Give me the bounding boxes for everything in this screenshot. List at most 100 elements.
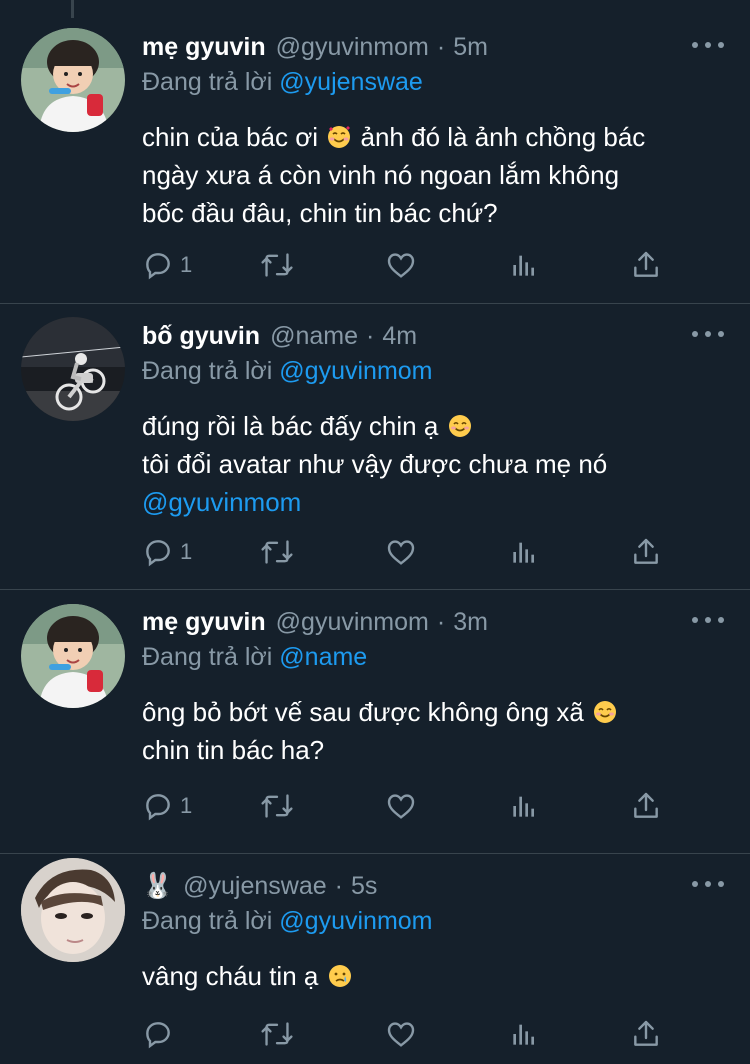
tweet-text: chin của bác ơi ảnh đó là ảnh chồng bác … xyxy=(142,118,730,232)
tweet-text: vâng cháu tin ạ xyxy=(142,957,730,995)
reply-count: 1 xyxy=(180,793,193,818)
reply-mention-link[interactable]: @yujenswae xyxy=(279,68,423,96)
selfie-avatar-image xyxy=(21,858,125,962)
tweet-actions: 1 xyxy=(142,790,662,822)
timestamp[interactable]: 5m xyxy=(453,32,488,62)
more-icon[interactable] xyxy=(692,38,724,52)
tweet-text-line: ngày xưa á còn vinh nó ngoan lắm không xyxy=(142,160,620,190)
like-button[interactable] xyxy=(385,249,417,281)
separator-dot: · xyxy=(334,872,343,900)
separator-dot: · xyxy=(365,322,375,350)
tweet-text: ông bỏ bớt vế sau được không ông xã chin… xyxy=(142,693,730,769)
more-icon[interactable] xyxy=(692,613,724,627)
display-name[interactable]: mẹ gyuvin xyxy=(142,32,266,62)
share-button[interactable] xyxy=(630,536,662,568)
user-handle[interactable]: @gyuvinmom xyxy=(276,32,429,62)
tweet-actions xyxy=(142,1018,662,1050)
reply-button[interactable]: 1 xyxy=(142,536,192,568)
like-icon xyxy=(387,1022,415,1047)
child-avatar-image xyxy=(21,604,125,708)
reply-mention-link[interactable]: @name xyxy=(279,643,367,671)
retweet-button[interactable] xyxy=(260,790,294,822)
avatar[interactable] xyxy=(21,858,125,962)
share-icon xyxy=(634,1020,658,1046)
retweet-icon xyxy=(261,794,293,818)
analytics-button[interactable] xyxy=(508,790,540,822)
like-button[interactable] xyxy=(385,790,417,822)
reply-mention-link[interactable]: @gyuvinmom xyxy=(279,357,432,385)
separator-dot: · xyxy=(436,608,446,636)
tweet-text-line: bốc đầu đâu, chin tin bác chứ? xyxy=(142,198,498,228)
replying-to-label: Đang trả lời xyxy=(142,357,273,385)
reply-icon xyxy=(146,1022,170,1049)
more-icon[interactable] xyxy=(692,877,724,891)
tweet-text-line: ảnh đó là ảnh chồng bác xyxy=(360,122,646,152)
child-avatar-image xyxy=(21,28,125,132)
analytics-button[interactable] xyxy=(508,1018,540,1050)
reply-count: 1 xyxy=(180,539,193,564)
analytics-icon xyxy=(513,1024,534,1045)
tweet-3[interactable]: mẹ gyuvin @gyuvinmom · 3m Đang trả lời @… xyxy=(0,590,750,854)
retweet-button[interactable] xyxy=(260,536,294,568)
retweet-icon xyxy=(261,1022,293,1046)
smiling-face-with-hearts-icon xyxy=(327,121,351,148)
tweet-4[interactable]: 🐰 @yujenswae · 5s Đang trả lời @gyuvinmo… xyxy=(0,854,750,1064)
like-icon xyxy=(387,253,415,278)
reply-icon xyxy=(146,540,170,567)
user-handle[interactable]: @name xyxy=(270,321,358,351)
display-name[interactable]: 🐰 xyxy=(142,871,173,901)
avatar[interactable] xyxy=(21,604,125,708)
display-name[interactable]: mẹ gyuvin xyxy=(142,607,266,637)
tweet-text-line: ông bỏ bớt vế sau được không ông xã xyxy=(142,697,584,727)
timestamp[interactable]: 5s xyxy=(351,871,377,901)
avatar[interactable] xyxy=(21,317,125,421)
replying-to-label: Đang trả lời xyxy=(142,68,273,96)
tweet-actions: 1 xyxy=(142,536,662,568)
reply-button[interactable]: 1 xyxy=(142,790,192,822)
like-button[interactable] xyxy=(385,1018,417,1050)
replying-to-label: Đang trả lời xyxy=(142,907,273,935)
analytics-icon xyxy=(513,542,534,563)
replying-to: Đang trả lời @yujenswae xyxy=(142,66,730,98)
analytics-button[interactable] xyxy=(508,249,540,281)
tweet-text-line: chin tin bác ha? xyxy=(142,735,325,765)
like-icon xyxy=(387,794,415,819)
retweet-icon xyxy=(261,253,293,277)
timestamp[interactable]: 4m xyxy=(382,321,417,351)
display-name[interactable]: bố gyuvin xyxy=(142,321,260,351)
reply-mention-link[interactable]: @gyuvinmom xyxy=(279,907,432,935)
separator-dot: · xyxy=(436,33,446,61)
reply-icon xyxy=(146,253,170,280)
user-handle[interactable]: @yujenswae xyxy=(183,871,327,901)
replying-to: Đang trả lời @name xyxy=(142,641,730,673)
tweet-text-line: đúng rồi là bác đấy chin ạ xyxy=(142,411,439,441)
share-button[interactable] xyxy=(630,1018,662,1050)
like-icon xyxy=(387,540,415,565)
tweet-actions: 1 xyxy=(142,249,662,281)
reply-button[interactable] xyxy=(142,1018,174,1050)
motorcycle-avatar-image xyxy=(21,317,125,421)
share-icon xyxy=(634,251,658,277)
timestamp[interactable]: 3m xyxy=(453,607,488,637)
retweet-icon xyxy=(261,540,293,564)
reply-button[interactable]: 1 xyxy=(142,249,192,281)
like-button[interactable] xyxy=(385,536,417,568)
replying-to: Đang trả lời @gyuvinmom xyxy=(142,355,730,387)
tweet-text: đúng rồi là bác đấy chin ạ tôi đổi avata… xyxy=(142,407,730,521)
avatar[interactable] xyxy=(21,28,125,132)
share-button[interactable] xyxy=(630,790,662,822)
retweet-button[interactable] xyxy=(260,1018,294,1050)
retweet-button[interactable] xyxy=(260,249,294,281)
tweet-text-line: tôi đổi avatar như vậy được chưa mẹ nó xyxy=(142,449,608,479)
share-button[interactable] xyxy=(630,249,662,281)
reply-count: 1 xyxy=(180,252,193,277)
tweet-2[interactable]: bố gyuvin @name · 4m Đang trả lời @gyuvi… xyxy=(0,304,750,590)
tweet-text-line: chin của bác ơi xyxy=(142,122,319,152)
more-icon[interactable] xyxy=(692,327,724,341)
share-icon xyxy=(634,538,658,564)
mention-link[interactable]: @gyuvinmom xyxy=(142,483,730,521)
replying-to-label: Đang trả lời xyxy=(142,643,273,671)
tweet-1[interactable]: mẹ gyuvin @gyuvinmom · 5m Đang trả lời @… xyxy=(0,0,750,304)
user-handle[interactable]: @gyuvinmom xyxy=(276,607,429,637)
analytics-button[interactable] xyxy=(508,536,540,568)
